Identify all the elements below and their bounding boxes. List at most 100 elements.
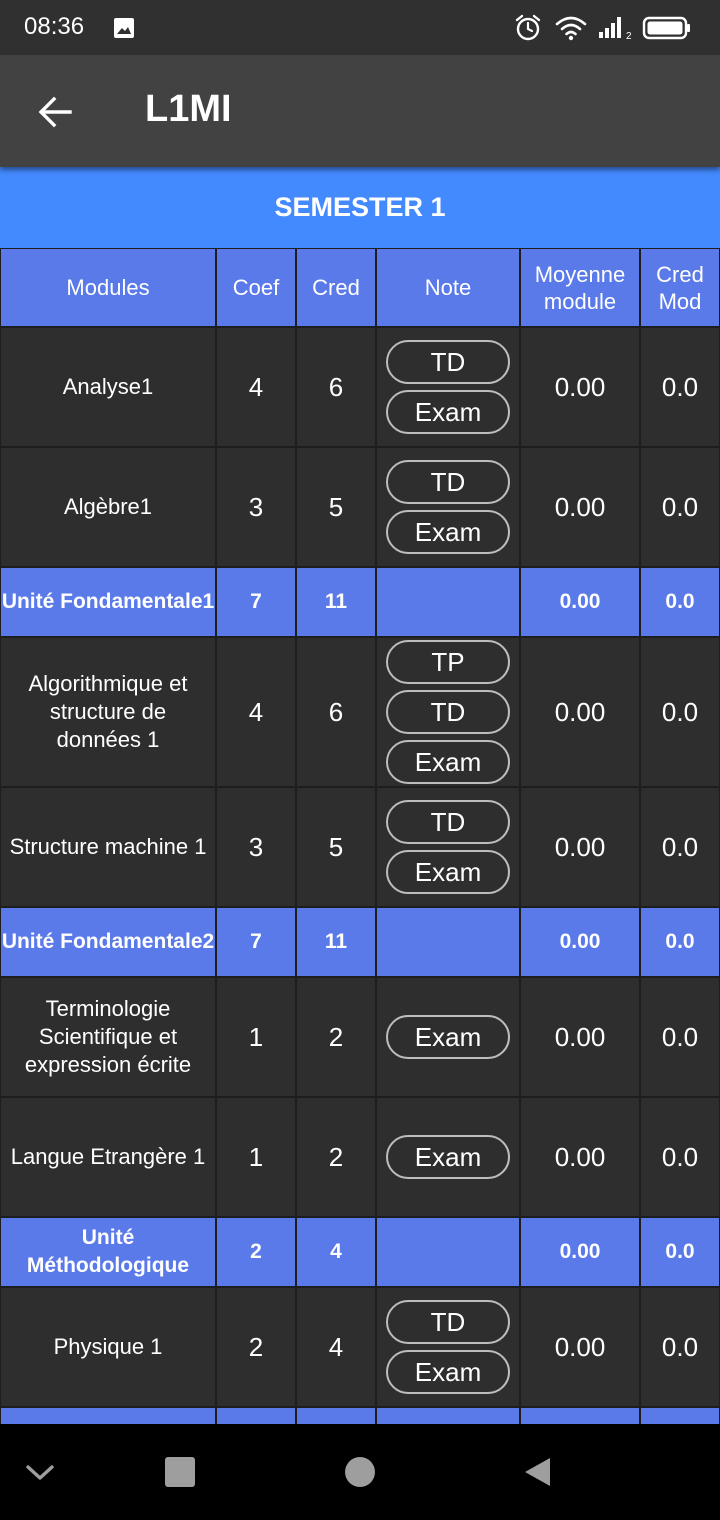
cred-cell: 11 [296,567,376,637]
cred-mod-cell: 0.0 [640,977,720,1097]
cred-mod-cell: 0.0 [640,1097,720,1217]
cred-cell: 4 [296,1217,376,1287]
gallery-icon [114,18,134,38]
nav-down-icon[interactable] [22,1454,58,1490]
table-row: Langue Etrangère 1 1 2 Exam 0.00 0.0 [0,1097,720,1217]
coef-cell: 2 [216,1287,296,1407]
header-note: Note [376,248,520,327]
coef-cell: 3 [216,787,296,907]
moyenne-cell [520,1407,640,1424]
note-buttons: Exam [386,1135,510,1179]
note-buttons: TD Exam [386,800,510,894]
table-body: Analyse1 4 6 TD Exam 0.00 0.0 Algèbre1 3 5 TD Exam 0… [0,327,720,1424]
module-name-cell [0,1407,216,1424]
note-buttons: TP TD Exam [386,640,510,784]
recents-icon[interactable] [165,1457,195,1487]
unit-summary-row: Unité Méthodologique 2 4 0.00 0.0 [0,1217,720,1287]
exam-note-button[interactable]: Exam [386,1135,510,1179]
unit-summary-row: Unité Fondamentale1 7 11 0.00 0.0 [0,567,720,637]
table-row: Analyse1 4 6 TD Exam 0.00 0.0 [0,327,720,447]
semester-header: SEMESTER 1 [0,167,720,248]
cred-cell: 2 [296,1097,376,1217]
note-cell: Exam [376,977,520,1097]
cred-mod-cell: 0.0 [640,1287,720,1407]
app-bar: L1MI [0,55,720,167]
moyenne-cell: 0.00 [520,447,640,567]
cred-cell: 11 [296,907,376,977]
navigation-bar [0,1424,720,1520]
header-moyenne-module-label: Moyenne module [534,261,626,314]
note-buttons: TD Exam [386,460,510,554]
cred-mod-cell: 0.0 [640,327,720,447]
wifi-icon [555,16,587,41]
coef-cell: 1 [216,977,296,1097]
coef-cell: 3 [216,447,296,567]
note-buttons: TD Exam [386,340,510,434]
note-cell: TD Exam [376,447,520,567]
back-button[interactable] [26,83,84,141]
home-icon[interactable] [345,1457,375,1487]
status-time: 08:36 [24,13,85,40]
moyenne-cell: 0.00 [520,637,640,787]
cred-mod-cell: 0.0 [640,907,720,977]
cred-mod-cell [640,1407,720,1424]
module-name-cell: Algèbre1 [0,447,216,567]
moyenne-cell: 0.00 [520,1097,640,1217]
coef-cell: 4 [216,637,296,787]
table-header-row: Modules Coef Cred Note Moyenne module Cr… [0,248,720,327]
unit-summary-row: Unité Fondamentale2 7 11 0.00 0.0 [0,907,720,977]
td-note-button[interactable]: TD [386,690,510,734]
svg-text:2: 2 [626,31,632,42]
cred-mod-cell: 0.0 [640,447,720,567]
td-note-button[interactable]: TD [386,800,510,844]
coef-cell: 1 [216,1097,296,1217]
cred-cell: 6 [296,327,376,447]
moyenne-cell: 0.00 [520,327,640,447]
cred-mod-cell: 0.0 [640,637,720,787]
table-row: Terminologie Scientifique et expression … [0,977,720,1097]
module-name-cell: Terminologie Scientifique et expression … [0,977,216,1097]
tp-note-button[interactable]: TP [386,640,510,684]
cred-mod-cell: 0.0 [640,1217,720,1287]
cred-cell: 5 [296,787,376,907]
cred-mod-cell: 0.0 [640,567,720,637]
table-row: Algèbre1 3 5 TD Exam 0.00 0.0 [0,447,720,567]
moyenne-cell: 0.00 [520,907,640,977]
moyenne-cell: 0.00 [520,977,640,1097]
table-row: Structure machine 1 3 5 TD Exam 0.00 0.0 [0,787,720,907]
moyenne-cell: 0.00 [520,787,640,907]
coef-cell: 4 [216,327,296,447]
note-buttons: Exam [386,1015,510,1059]
page-title: L1MI [145,88,232,130]
note-cell: TD Exam [376,1287,520,1407]
nav-back-icon[interactable] [520,1454,556,1490]
unit-summary-row [0,1407,720,1424]
coef-cell: 7 [216,907,296,977]
exam-note-button[interactable]: Exam [386,1350,510,1394]
td-note-button[interactable]: TD [386,460,510,504]
note-cell [376,567,520,637]
alarm-icon [515,14,541,41]
note-cell: Exam [376,1097,520,1217]
back-arrow-icon [38,96,72,128]
status-bar: 08:36 2 [0,0,720,55]
module-name-cell: Unité Fondamentale2 [0,907,216,977]
cred-cell [296,1407,376,1424]
exam-note-button[interactable]: Exam [386,390,510,434]
module-name-cell: Structure machine 1 [0,787,216,907]
module-name-cell: Unité Fondamentale1 [0,567,216,637]
exam-note-button[interactable]: Exam [386,740,510,784]
td-note-button[interactable]: TD [386,340,510,384]
exam-note-button[interactable]: Exam [386,510,510,554]
header-moyenne-module: Moyenne module [520,248,640,327]
battery-icon [642,16,690,40]
td-note-button[interactable]: TD [386,1300,510,1344]
header-cred-mod-label: Cred Mod [656,261,704,314]
grades-table: Modules Coef Cred Note Moyenne module Cr… [0,248,720,1424]
moyenne-cell: 0.00 [520,1287,640,1407]
table-row: Physique 1 2 4 TD Exam 0.00 0.0 [0,1287,720,1407]
note-cell [376,1217,520,1287]
module-name-cell: Analyse1 [0,327,216,447]
exam-note-button[interactable]: Exam [386,1015,510,1059]
exam-note-button[interactable]: Exam [386,850,510,894]
